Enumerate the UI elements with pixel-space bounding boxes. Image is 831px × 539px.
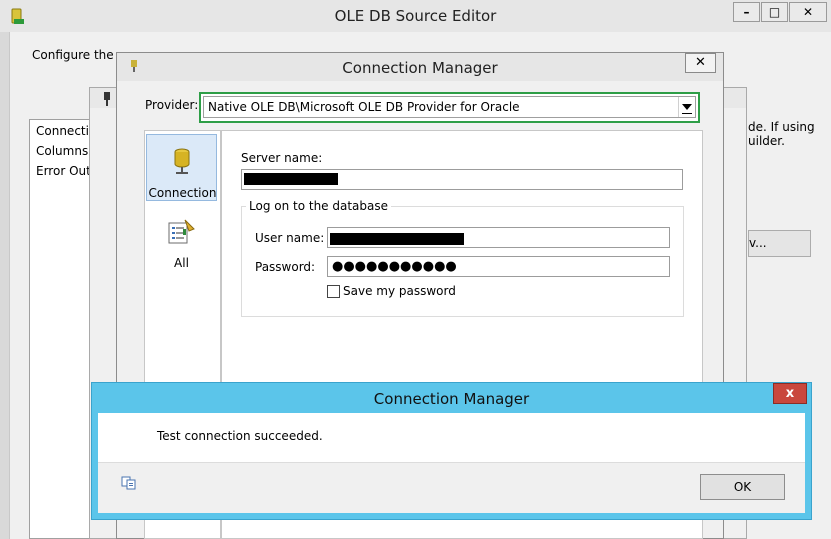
server-name-input[interactable] — [241, 169, 683, 190]
save-password-checkbox[interactable] — [327, 285, 340, 298]
message-dialog-title: Connection Manager — [373, 390, 530, 408]
sidebar-item-all[interactable]: All — [146, 213, 217, 273]
message-dialog-close-button[interactable]: x — [773, 383, 807, 404]
description-line-1: de. If using — [748, 120, 815, 134]
save-password-label[interactable]: Save my password — [343, 284, 456, 298]
editor-title-bar: OLE DB Source Editor — [0, 0, 831, 32]
nav-item-connection[interactable]: Connectio — [36, 124, 96, 138]
server-name-label: Server name: — [241, 151, 323, 165]
provider-label: Provider: — [145, 98, 199, 112]
connection-manager-title-bar: Connection Manager — [117, 53, 723, 81]
user-name-input[interactable] — [327, 227, 670, 248]
message-footer — [98, 462, 805, 513]
copy-icon[interactable] — [121, 476, 137, 490]
minimize-button[interactable]: – — [733, 2, 760, 22]
sidebar-label-all: All — [174, 256, 189, 270]
message-dialog-title-bar: Connection Manager — [92, 383, 811, 413]
database-icon — [174, 148, 190, 174]
password-value: ●●●●●●●●●●● — [332, 259, 457, 274]
nav-item-columns[interactable]: Columns — [36, 144, 88, 158]
ok-button[interactable]: OK — [700, 474, 785, 500]
connection-manager-close-button[interactable]: ✕ — [685, 53, 716, 73]
editor-description-right: de. If using uilder. — [748, 120, 815, 148]
redacted-user-name — [330, 233, 464, 245]
logon-group-title: Log on to the database — [246, 199, 392, 213]
message-text: Test connection succeeded. — [157, 429, 323, 443]
user-name-label: User name: — [255, 231, 325, 245]
editor-browse-button[interactable]: v... — [748, 230, 811, 257]
plug-icon — [104, 92, 110, 106]
sidebar-label-connection: Connection — [148, 186, 217, 200]
connection-manager-title: Connection Manager — [342, 59, 498, 77]
password-label: Password: — [255, 260, 316, 274]
editor-close-button[interactable]: ✕ — [789, 2, 827, 22]
description-line-2: uilder. — [748, 134, 785, 148]
redacted-server-name — [244, 173, 338, 185]
editor-title: OLE DB Source Editor — [334, 7, 497, 25]
properties-icon — [168, 219, 195, 244]
restore-button[interactable]: □ — [761, 2, 788, 22]
editor-description: Configure the p — [32, 48, 126, 62]
sidebar-item-connection[interactable]: Connection — [146, 134, 217, 201]
provider-dropdown[interactable]: Native OLE DB\Microsoft OLE DB Provider … — [203, 96, 696, 118]
chevron-down-icon[interactable] — [678, 97, 695, 117]
